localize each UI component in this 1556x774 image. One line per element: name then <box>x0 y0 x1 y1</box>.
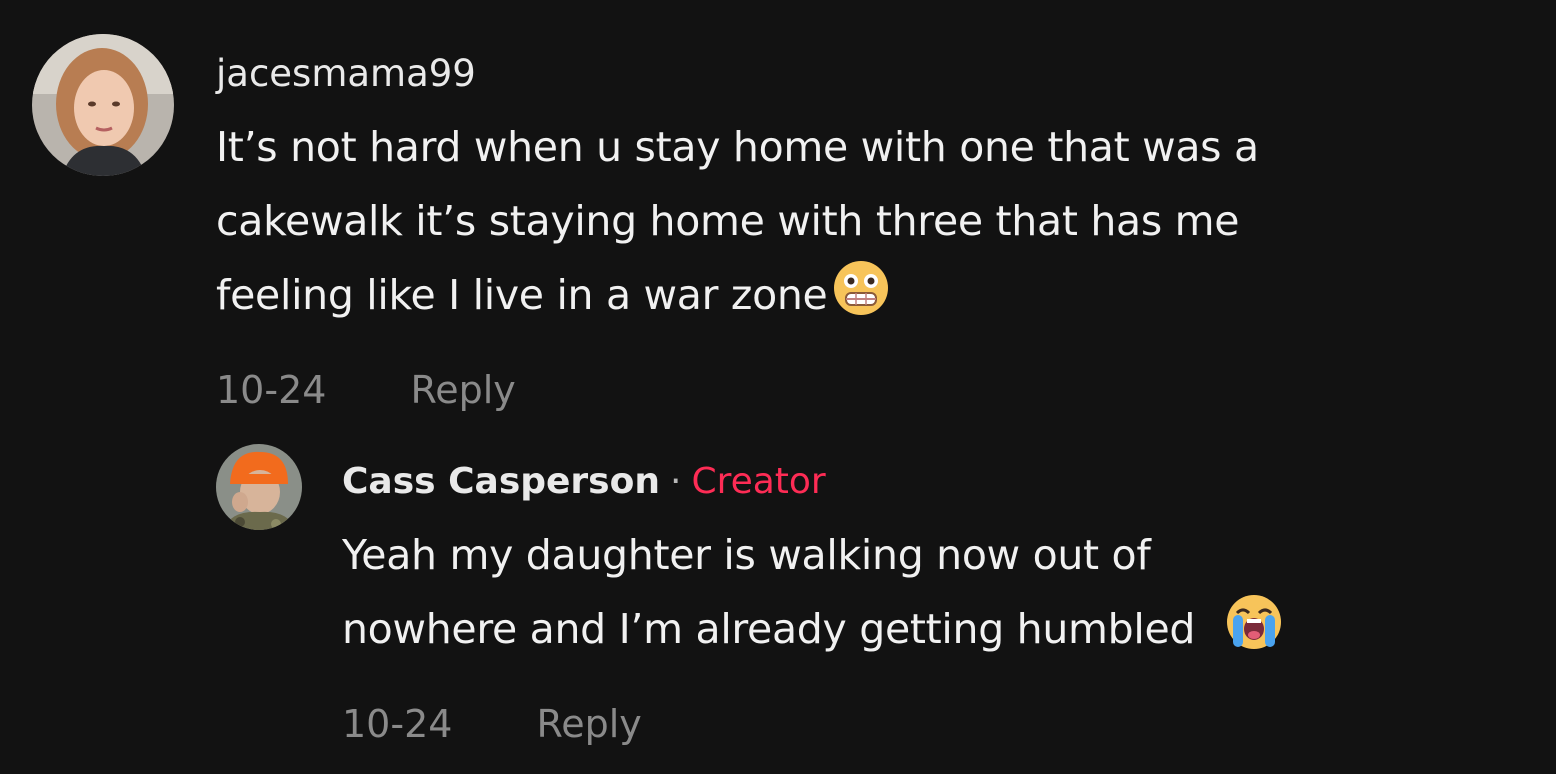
comment-meta: 10-24 Reply <box>216 360 1536 420</box>
comment-meta: 10-24 Reply <box>342 694 1552 754</box>
creator-badge: Creator <box>691 461 826 502</box>
comment-date: 10-24 <box>216 368 327 412</box>
comment-text: It’s not hard when u stay home with one … <box>216 110 1536 340</box>
avatar[interactable] <box>32 34 174 176</box>
separator-dot: · <box>669 461 682 502</box>
grimacing-face-emoji-icon <box>832 259 890 340</box>
creator-avatar-image <box>216 444 302 530</box>
comment-date: 10-24 <box>342 702 453 746</box>
comment-text: Yeah my daughter is walking now out of n… <box>342 518 1552 674</box>
comment-username[interactable]: jacesmama99 <box>216 48 1536 100</box>
loudly-crying-face-emoji-icon <box>1225 593 1283 674</box>
reply-button[interactable]: Reply <box>411 368 516 412</box>
comment-username[interactable]: Cass Casperson · Creator <box>342 456 1552 508</box>
user-avatar-image <box>32 34 174 176</box>
reply-button[interactable]: Reply <box>537 702 642 746</box>
avatar[interactable] <box>216 444 302 530</box>
